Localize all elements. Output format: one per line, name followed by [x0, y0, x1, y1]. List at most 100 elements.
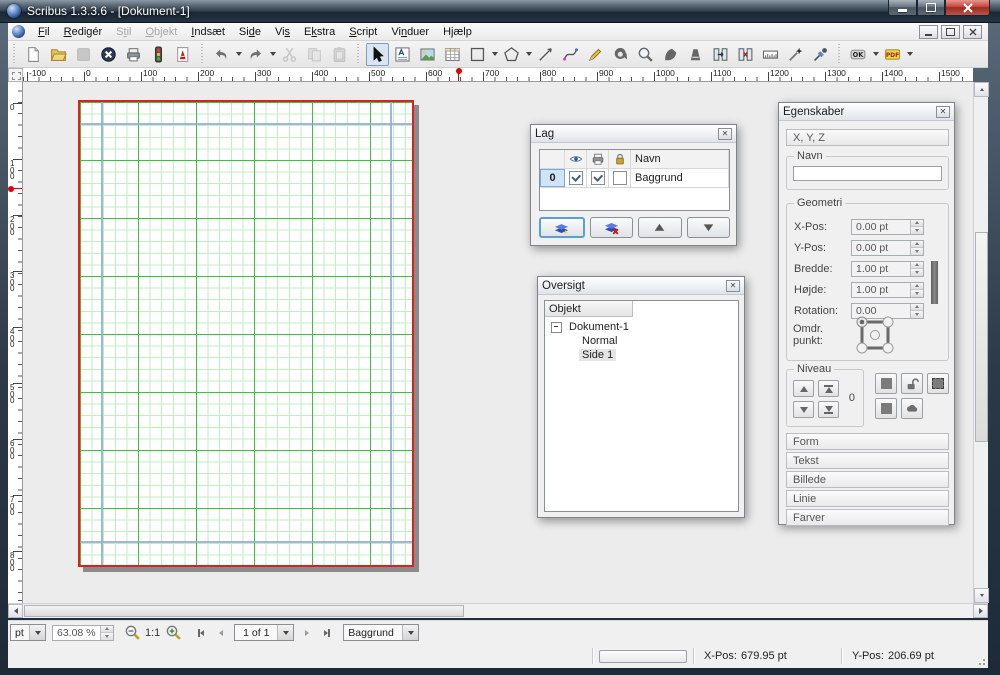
link-width-height-icon[interactable]	[931, 261, 938, 304]
menu-hjlp[interactable]: Hjælp	[436, 24, 479, 40]
menu-ekstra[interactable]: Ekstra	[297, 24, 342, 40]
section-farver[interactable]: Farver	[786, 509, 949, 526]
copy-button[interactable]	[303, 43, 326, 66]
toolbar-grip[interactable]	[199, 44, 207, 64]
insert-shape-button[interactable]	[466, 43, 489, 66]
menu-vis[interactable]: Vis	[268, 24, 297, 40]
lock-size2-button[interactable]	[875, 398, 897, 419]
enable-printing-button[interactable]	[901, 398, 923, 419]
layers-palette-titlebar[interactable]: Lag ✕	[531, 125, 736, 143]
menu-script[interactable]: Script	[342, 24, 384, 40]
copy-item-properties-button[interactable]	[784, 43, 807, 66]
undo-dropdown[interactable]	[234, 43, 243, 66]
first-page-icon[interactable]	[191, 623, 211, 643]
preflight-verifier-button[interactable]	[147, 43, 170, 66]
mdi-minimize-button[interactable]	[919, 25, 938, 39]
lower-to-bottom-button[interactable]	[818, 401, 839, 418]
properties-palette-close-icon[interactable]: ✕	[936, 106, 950, 118]
outline-palette-close-icon[interactable]: ✕	[726, 280, 740, 292]
save-document-button[interactable]	[72, 43, 95, 66]
canvas[interactable]: Lag ✕ Navn 0Baggrund Oversigt ✕ Objekt D…	[23, 82, 973, 603]
ypos-spinbox[interactable]: 0.00 pt	[851, 240, 924, 256]
redo-dropdown[interactable]	[268, 43, 277, 66]
zoom-spinbox[interactable]: 63.08 %	[52, 625, 114, 641]
open-document-button[interactable]	[47, 43, 70, 66]
measurements-button[interactable]	[759, 43, 782, 66]
properties-palette-titlebar[interactable]: Egenskaber ✕	[779, 103, 954, 121]
basis-point-selector[interactable]	[855, 315, 895, 355]
outline-root-item[interactable]: Dokument-1	[551, 320, 738, 334]
close-button[interactable]	[945, 0, 990, 16]
edit-text-story-editor-button[interactable]	[684, 43, 707, 66]
layers-palette-close-icon[interactable]: ✕	[718, 128, 732, 140]
raise-level-button[interactable]	[793, 380, 814, 397]
pdf-push-button-button[interactable]: OK	[847, 43, 870, 66]
toolbar-grip[interactable]	[11, 44, 19, 64]
outline-item-side1[interactable]: Side 1	[551, 348, 738, 362]
lower-layer-button[interactable]	[687, 217, 731, 238]
raise-layer-button[interactable]	[638, 217, 682, 238]
lock-size-button[interactable]	[927, 373, 949, 394]
zoom-out-icon[interactable]	[122, 623, 142, 643]
layer-level-cell[interactable]: 0	[540, 169, 565, 187]
layer-select[interactable]: Baggrund	[343, 624, 419, 641]
close-document-button[interactable]	[97, 43, 120, 66]
vertical-scroll-thumb[interactable]	[975, 232, 988, 442]
new-document-button[interactable]	[22, 43, 45, 66]
pdf-text-field-button[interactable]: PDF	[881, 43, 904, 66]
menu-redigr[interactable]: Redigér	[57, 24, 110, 40]
insert-table-button[interactable]	[441, 43, 464, 66]
eye-dropper-button[interactable]	[809, 43, 832, 66]
zoom-in-icon[interactable]	[163, 623, 183, 643]
layer-row[interactable]: 0Baggrund	[540, 169, 729, 188]
collapse-icon[interactable]	[551, 322, 562, 333]
insert-image-frame-button[interactable]	[416, 43, 439, 66]
mdi-close-button[interactable]	[963, 25, 982, 39]
page-select[interactable]: 1 of 1	[234, 624, 294, 641]
insert-polygon-dropdown[interactable]	[524, 43, 533, 66]
print-document-button[interactable]	[122, 43, 145, 66]
outline-palette-titlebar[interactable]: Oversigt ✕	[538, 277, 744, 295]
insert-polygon-button[interactable]	[500, 43, 523, 66]
pdf-push-button-dropdown[interactable]	[871, 43, 880, 66]
højde-spinbox[interactable]: 1.00 pt	[851, 282, 924, 298]
horizontal-scroll-thumb[interactable]	[24, 605, 464, 617]
section-tekst[interactable]: Tekst	[786, 452, 949, 469]
ruler-origin-box[interactable]	[8, 68, 23, 82]
edit-contents-button[interactable]	[659, 43, 682, 66]
delete-layer-button[interactable]	[590, 217, 634, 238]
document-page[interactable]	[78, 100, 414, 567]
layer-visible-checkbox[interactable]	[569, 171, 583, 185]
scroll-left-icon[interactable]	[8, 604, 23, 618]
menu-side[interactable]: Side	[232, 24, 268, 40]
lower-level-button[interactable]	[793, 401, 814, 418]
link-text-frames-button[interactable]	[709, 43, 732, 66]
outline-column-header[interactable]: Objekt	[545, 301, 633, 317]
menu-vinduer[interactable]: Vinduer	[384, 24, 436, 40]
paste-button[interactable]	[328, 43, 351, 66]
toolbar-grip[interactable]	[355, 44, 363, 64]
last-page-icon[interactable]	[317, 623, 337, 643]
redo-button[interactable]	[244, 43, 267, 66]
scroll-down-icon[interactable]	[974, 588, 989, 603]
section-form[interactable]: Form	[786, 433, 949, 450]
minimize-button[interactable]	[888, 0, 917, 16]
unlock-icon-button[interactable]	[901, 373, 923, 394]
export-pdf-button[interactable]	[172, 43, 195, 66]
pdf-text-field-dropdown[interactable]	[905, 43, 914, 66]
outline-item-normal[interactable]: Normal	[551, 334, 738, 348]
raise-to-top-button[interactable]	[818, 380, 839, 397]
vertical-scrollbar[interactable]	[973, 82, 988, 603]
bredde-spinbox[interactable]: 1.00 pt	[851, 261, 924, 277]
insert-freehand-line-button[interactable]	[584, 43, 607, 66]
scroll-right-icon[interactable]	[973, 604, 988, 618]
rotate-item-button[interactable]	[609, 43, 632, 66]
resize-grip[interactable]	[975, 655, 985, 665]
zoom-button[interactable]	[634, 43, 657, 66]
vertical-ruler[interactable]: 0100200300400500600700800	[8, 82, 23, 603]
select-item-button[interactable]	[366, 43, 389, 66]
toolbar-grip[interactable]	[836, 44, 844, 64]
insert-shape-dropdown[interactable]	[490, 43, 499, 66]
unlink-text-frames-button[interactable]	[734, 43, 757, 66]
menu-fil[interactable]: Fil	[31, 24, 57, 40]
